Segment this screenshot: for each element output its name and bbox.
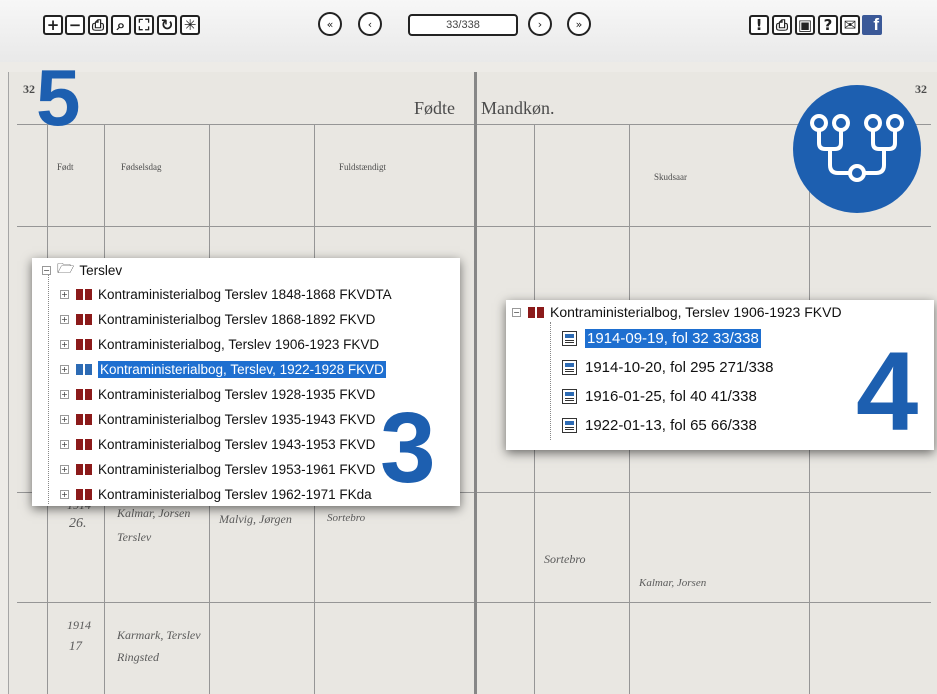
tree-item-folio[interactable]: 1914-09-19, fol 32 33/338 [562,326,761,350]
tree-item-book[interactable]: + Kontraministerialbog Terslev 1962-1971 … [60,482,372,506]
page-icon [562,359,577,375]
help-icon: ? [823,15,833,34]
collapse-icon[interactable]: − [512,307,521,317]
rotate-icon: ↻ [160,15,174,34]
expand-icon[interactable]: + [60,289,69,299]
expand-icon[interactable]: + [60,314,69,324]
book-icon [76,364,92,375]
tree-book-node[interactable]: − Kontraministerialbog, Terslev 1906-192… [512,300,842,324]
tree-item-label: Kontraministerialbog Terslev 1943-1953 F… [98,436,376,452]
tree-item-label: Kontraministerialbog Terslev 1962-1971 F… [98,486,372,502]
step-number-4: 4 [856,329,919,454]
fullscreen-icon: ⛶ [138,15,150,34]
next-page-button[interactable]: › [528,12,552,36]
step-number-5: 5 [36,53,81,142]
first-page-button[interactable]: « [318,12,342,36]
book-icon [76,439,92,450]
search-icon: ⌕ [116,15,126,34]
book-icon [76,339,92,350]
page-icon [562,330,577,346]
tree-item-label: Kontraministerialbog Terslev 1928-1935 F… [98,386,376,402]
folder-open-icon: 🗁 [57,260,75,276]
expand-icon[interactable]: + [60,339,69,349]
expand-icon[interactable]: + [60,364,69,374]
page-number-input[interactable]: 33/338 [408,14,518,36]
double-left-icon: « [326,17,334,31]
help-button[interactable]: ? [818,15,838,35]
collapse-icon[interactable]: − [42,265,51,275]
print-icon: ⎙ [91,15,104,34]
book-icon [76,489,92,500]
viewer-toolbar: + − ⎙ ⌕ ⛶ ↻ ✳ « ‹ 33/338 › » ! ⎙ ▣? ✉ f [0,0,937,62]
expand-icon[interactable]: + [60,464,69,474]
facebook-icon: f [873,15,879,34]
tree-item-label: Kontraministerialbog Terslev 1848-1868 F… [98,286,392,302]
mail-button[interactable]: ✉ [840,15,860,35]
last-page-button[interactable]: » [567,12,591,36]
fullscreen-button[interactable]: ⛶ [134,15,154,35]
facebook-share-button[interactable]: f [862,15,882,35]
save-button[interactable]: ▣ [795,15,815,35]
book-icon [76,314,92,325]
search-button[interactable]: ⌕ [111,15,131,35]
folio-label: 1914-09-19, fol 32 33/338 [585,328,761,348]
tree-item-label: Kontraministerialbog Terslev 1953-1961 F… [98,461,376,477]
family-tree-logo [793,85,921,213]
tree-item-folio[interactable]: 1916-01-25, fol 40 41/338 [562,384,757,408]
expand-icon[interactable]: + [60,414,69,424]
tree-item-label: Kontraministerialbog, Terslev, 1922-1928… [98,360,386,378]
tree-item-book[interactable]: + Kontraministerialbog Terslev 1848-1868 … [60,282,392,306]
tree-item-folio[interactable]: 1914-10-20, fol 295 271/338 [562,355,774,379]
print-page-icon: ⎙ [775,15,788,34]
print-page-button[interactable]: ⎙ [772,15,792,35]
family-tree-icon [810,114,904,182]
page-icon [562,417,577,433]
print-button[interactable]: ⎙ [88,15,108,35]
previous-page-button[interactable]: ‹ [358,12,382,36]
tree-item-book[interactable]: + Kontraministerialbog Terslev 1928-1935 … [60,382,375,406]
tree-item-label: Kontraministerialbog, Terslev 1906-1923 … [98,336,380,352]
zoom-in-button[interactable]: + [43,15,63,35]
folio-label: 1914-10-20, fol 295 271/338 [585,358,774,376]
tree-item-folio[interactable]: 1922-01-13, fol 65 66/338 [562,413,757,437]
book-icon [528,307,544,318]
book-icon [76,389,92,400]
info-icon: ! [755,15,763,34]
tree-root-label: Terslev [79,262,123,278]
zoom-out-icon: − [68,15,82,34]
expand-icon[interactable]: + [60,389,69,399]
save-icon: ▣ [797,15,813,34]
zoom-in-icon: + [46,15,60,34]
tree-item-label: Kontraministerialbog Terslev 1935-1943 F… [98,411,376,427]
expand-icon[interactable]: + [60,439,69,449]
tree-root-terslev[interactable]: − 🗁 Terslev [42,258,122,282]
chevron-left-icon: ‹ [367,17,373,31]
info-button[interactable]: ! [749,15,769,35]
book-icon [76,464,92,475]
folio-label: 1916-01-25, fol 40 41/338 [585,387,757,405]
rotate-button[interactable]: ↻ [157,15,177,35]
folio-label: 1922-01-13, fol 65 66/338 [585,416,757,434]
brightness-button[interactable]: ✳ [180,15,200,35]
double-right-icon: » [575,17,583,31]
tree-item-book[interactable]: + Kontraministerialbog Terslev 1868-1892 … [60,307,375,331]
brightness-icon: ✳ [183,15,197,34]
tree-item-book[interactable]: + Kontraministerialbog Terslev 1953-1961 … [60,457,375,481]
step-number-3: 3 [380,392,436,504]
tree-book-label: Kontraministerialbog, Terslev 1906-1923 … [550,304,842,320]
book-icon [76,414,92,425]
mail-icon: ✉ [843,15,857,34]
tree-item-book[interactable]: + Kontraministerialbog Terslev 1943-1953 … [60,432,375,456]
page-icon [562,388,577,404]
tree-item-book[interactable]: + Kontraministerialbog, Terslev, 1922-192… [60,357,386,381]
zoom-out-button[interactable]: − [65,15,85,35]
book-icon [76,289,92,300]
tree-item-label: Kontraministerialbog Terslev 1868-1892 F… [98,311,376,327]
tree-item-book[interactable]: + Kontraministerialbog, Terslev 1906-1923… [60,332,379,356]
expand-icon[interactable]: + [60,489,69,499]
chevron-right-icon: › [537,17,543,31]
tree-item-book[interactable]: + Kontraministerialbog Terslev 1935-1943 … [60,407,375,431]
